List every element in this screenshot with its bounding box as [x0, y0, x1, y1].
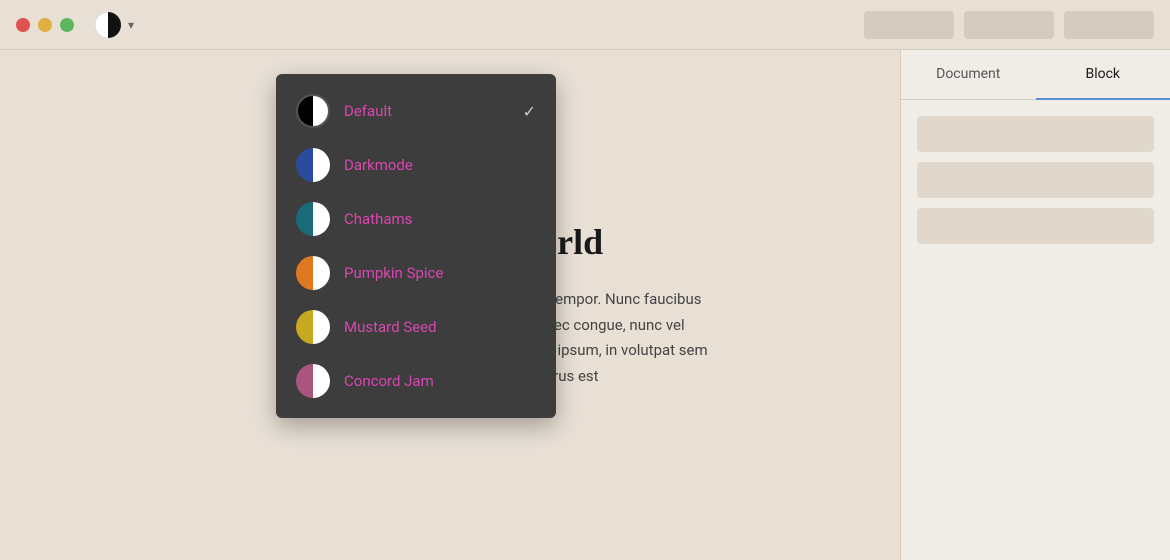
- logo-area[interactable]: ▾: [94, 11, 134, 39]
- theme-item-concord-jam[interactable]: Concord Jam: [276, 354, 556, 408]
- traffic-lights: [16, 18, 74, 32]
- top-bar-button-3[interactable]: [1064, 11, 1154, 39]
- theme-icon-concord-jam: [296, 364, 330, 398]
- tab-document[interactable]: Document: [901, 50, 1036, 100]
- theme-icon-darkmode: [296, 148, 330, 182]
- check-icon: ✓: [523, 102, 536, 121]
- theme-dropdown-panel: Default ✓ Darkmode Chathams Pumpkin Spice Mus…: [276, 74, 556, 418]
- top-bar: ▾: [0, 0, 1170, 50]
- top-bar-button-1[interactable]: [864, 11, 954, 39]
- sidebar-block-2: [917, 162, 1154, 198]
- tab-block[interactable]: Block: [1036, 50, 1170, 100]
- traffic-light-green[interactable]: [60, 18, 74, 32]
- top-bar-button-2[interactable]: [964, 11, 1054, 39]
- theme-label-pumpkin-spice: Pumpkin Spice: [344, 264, 443, 282]
- theme-item-default[interactable]: Default ✓: [276, 84, 556, 138]
- sidebar-tabs: Document Block: [901, 50, 1170, 100]
- theme-label-chathams: Chathams: [344, 210, 412, 228]
- theme-icon-chathams: [296, 202, 330, 236]
- sidebar-content: [901, 100, 1170, 260]
- theme-label-darkmode: Darkmode: [344, 156, 413, 174]
- theme-label-concord-jam: Concord Jam: [344, 372, 434, 390]
- theme-label-default: Default: [344, 102, 392, 120]
- theme-label-mustard-seed: Mustard Seed: [344, 318, 437, 336]
- top-bar-right: [864, 11, 1154, 39]
- traffic-light-yellow[interactable]: [38, 18, 52, 32]
- theme-item-pumpkin-spice[interactable]: Pumpkin Spice: [276, 246, 556, 300]
- theme-icon-mustard-seed: [296, 310, 330, 344]
- sidebar-block-1: [917, 116, 1154, 152]
- theme-icon-default: [296, 94, 330, 128]
- theme-icon-pumpkin-spice: [296, 256, 330, 290]
- sidebar-block-3: [917, 208, 1154, 244]
- right-sidebar: Document Block: [900, 50, 1170, 560]
- dropdown-arrow-icon: ▾: [128, 18, 134, 32]
- theme-item-mustard-seed[interactable]: Mustard Seed: [276, 300, 556, 354]
- theme-item-chathams[interactable]: Chathams: [276, 192, 556, 246]
- logo-icon: [94, 11, 122, 39]
- traffic-light-red[interactable]: [16, 18, 30, 32]
- theme-item-darkmode[interactable]: Darkmode: [276, 138, 556, 192]
